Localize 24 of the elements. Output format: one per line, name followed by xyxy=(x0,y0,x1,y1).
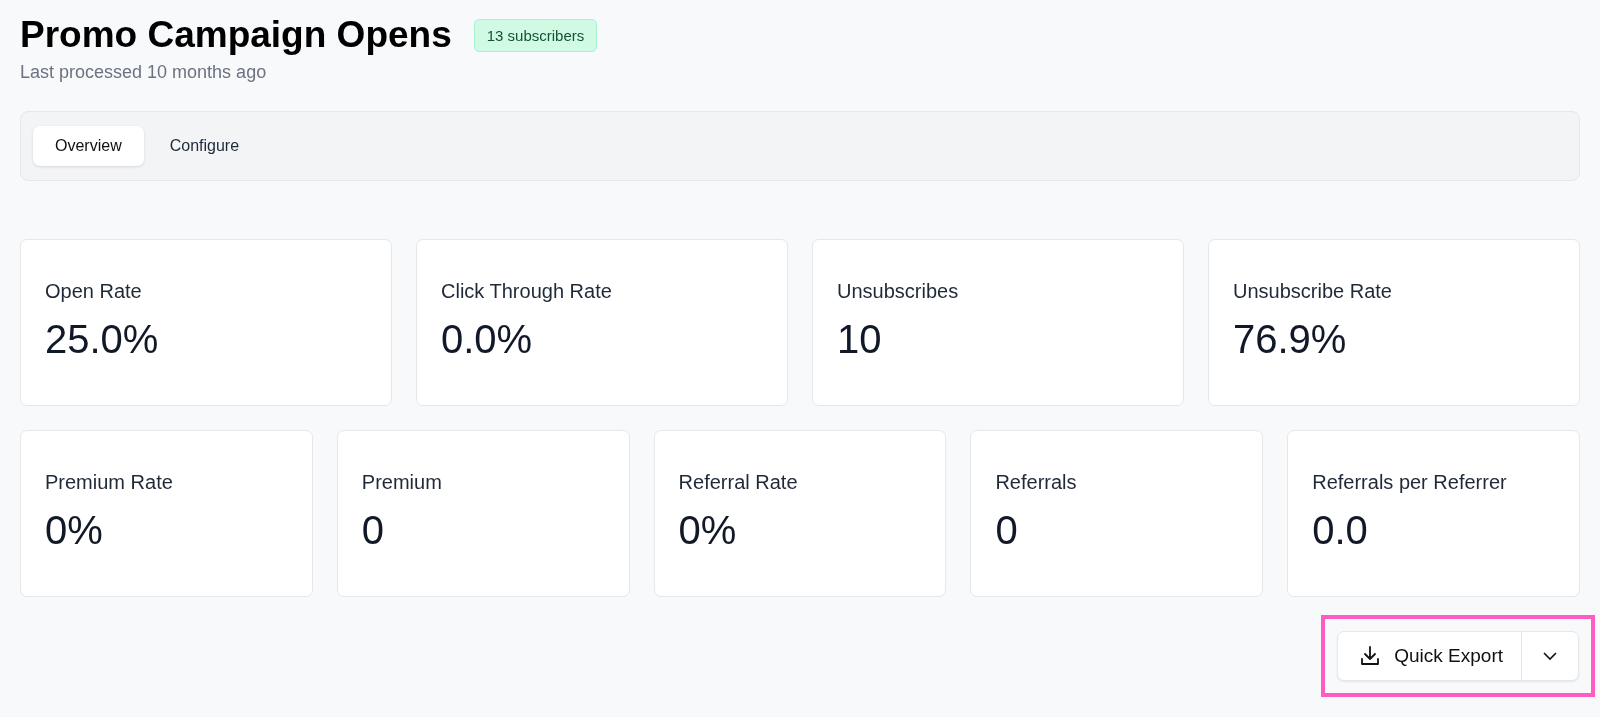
caret-icon xyxy=(1542,651,1558,661)
stat-value: 0% xyxy=(678,508,738,553)
stat-label: Premium Rate xyxy=(45,471,174,494)
last-processed-text: Last processed 10 months ago xyxy=(20,62,268,83)
stat-label: Referral Rate xyxy=(678,471,799,494)
stat-value: 25.0% xyxy=(45,317,160,362)
stat-value: 10 xyxy=(837,317,883,362)
stat-label: Unsubscribe Rate xyxy=(1233,280,1393,303)
stat-value: 0.0% xyxy=(441,317,534,362)
stat-label: Unsubscribes xyxy=(837,280,960,303)
stat-label: Referrals xyxy=(995,471,1078,494)
stat-value: 0% xyxy=(45,508,104,553)
page-title: Promo Campaign Opens xyxy=(20,14,452,56)
stat-value: 0 xyxy=(995,508,1019,553)
stat-label: Click Through Rate xyxy=(441,280,613,303)
stat-label: Premium xyxy=(361,471,443,494)
stat-label: Referrals per Referrer xyxy=(1312,471,1508,494)
stat-value: 0.0 xyxy=(1312,508,1369,553)
tab[interactable]: Overview xyxy=(33,126,144,166)
tab[interactable]: Configure xyxy=(147,126,262,166)
stat-value: 0 xyxy=(361,508,386,553)
subscriber-count-badge: 13 subscribers xyxy=(473,18,598,52)
stat-label: Open Rate xyxy=(45,280,143,303)
stat-value: 76.9% xyxy=(1233,317,1348,362)
